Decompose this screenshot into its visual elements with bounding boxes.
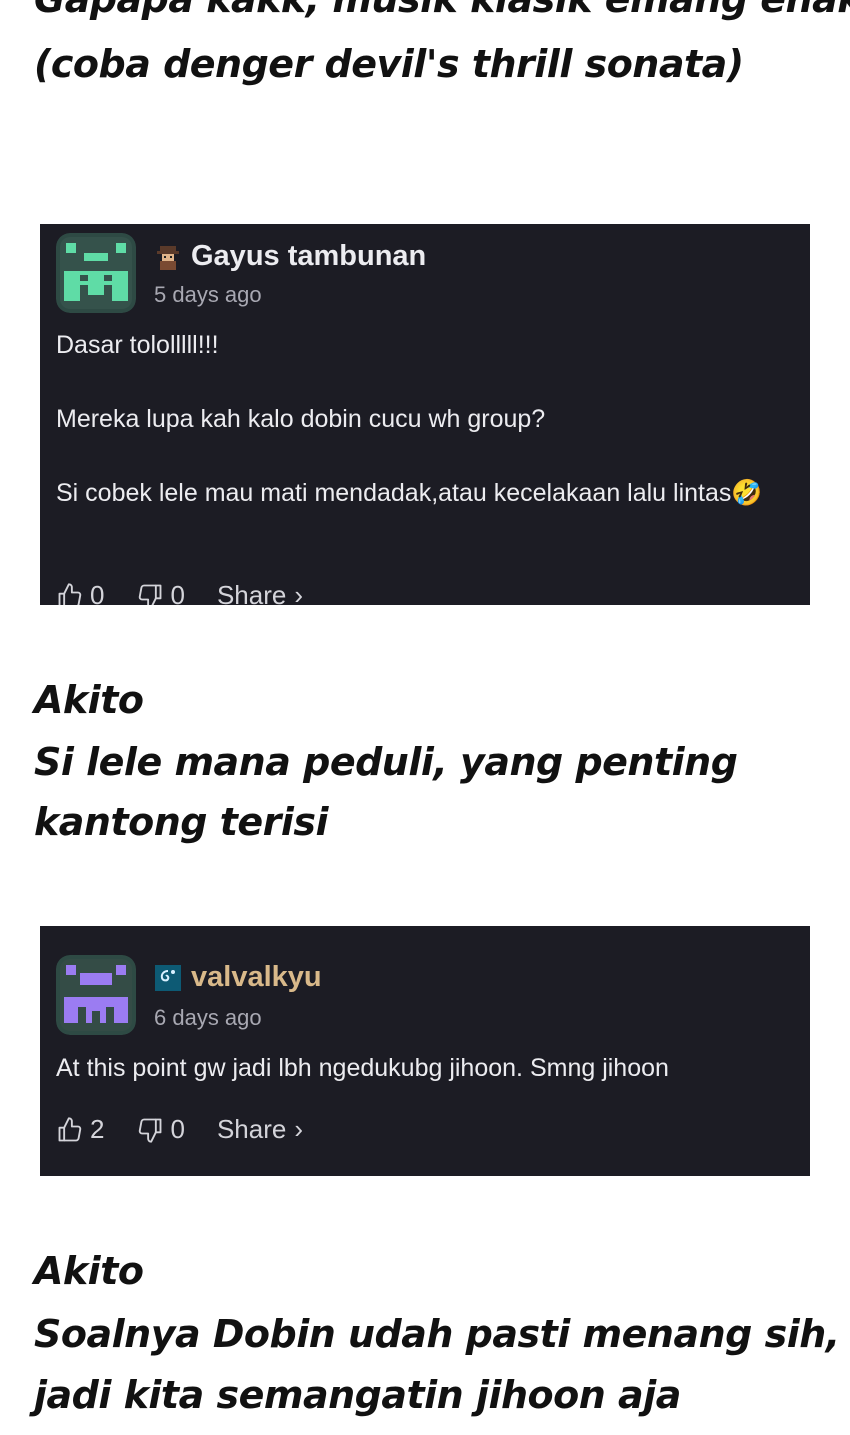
caption-line: (coba denger devil's thrill sonata) [34,42,744,86]
comment-body: At this point gw jadi lbh ngedukubg jiho… [56,1049,780,1088]
share-label: Share [216,1114,287,1144]
comment-actions: 0 0 Share › [56,580,303,605]
caption-line: jadi kita semangatin jihoon aja [34,1373,681,1417]
comment-paragraph: Mereka lupa kah kalo dobin cucu wh group… [56,405,546,433]
comment-timestamp: 6 days ago [154,1005,262,1030]
like-count: 0 [90,580,105,605]
comment-card: Gayus tambunan 5 days ago Dasar tolollll… [40,224,810,605]
like-button[interactable]: 2 [56,1114,104,1145]
chevron-right-icon: › [294,1114,303,1144]
share-label: Share [216,580,287,605]
caption-line: Si lele mana peduli, yang penting [34,740,738,784]
username-text[interactable]: valvalkyu [191,961,322,994]
dislike-button[interactable]: 0 [136,1114,185,1145]
dislike-count: 0 [170,580,185,605]
comment-paragraph: At this point gw jadi lbh ngedukubg jiho… [56,1054,669,1082]
dislike-button[interactable]: 0 [136,580,185,605]
comment-timestamp: 5 days ago [154,282,262,307]
comment-body: Dasar tololllll!!! Mereka lupa kah kalo … [56,326,780,513]
like-button[interactable]: 0 [56,580,104,605]
caption-line: Akito [34,678,144,722]
comment-actions: 2 0 Share › [56,1114,303,1145]
caption-line: Gapapa kakk, musik klasik emang enakk [34,0,850,18]
caption-line: Akito [34,1249,144,1293]
share-button[interactable]: Share › [217,580,303,605]
like-count: 2 [90,1114,105,1144]
thumbs-down-icon [139,1118,162,1143]
avatar[interactable] [56,955,136,1035]
comment-username[interactable]: valvalkyu [153,961,322,994]
caption-line: kantong terisi [34,800,329,844]
comment-paragraph: Si cobek lele mau mati mendadak,atau kec… [56,479,763,507]
caption-line: Soalnya Dobin udah pasti menang sih, [34,1312,840,1356]
avatar[interactable] [56,233,136,313]
swirl-icon [155,964,181,991]
dislike-count: 0 [170,1114,185,1144]
thumbs-down-icon [139,584,162,605]
comment-username[interactable]: Gayus tambunan [153,240,426,273]
detective-icon [157,245,179,270]
username-text[interactable]: Gayus tambunan [191,240,426,273]
thumbs-up-icon [58,1116,82,1141]
share-button[interactable]: Share › [217,1114,303,1145]
thumbs-up-icon [58,582,82,605]
chevron-right-icon: › [294,580,303,605]
comment-paragraph: Dasar tololllll!!! [56,331,219,359]
comment-card: valvalkyu 6 days ago At this point gw ja… [40,926,810,1176]
